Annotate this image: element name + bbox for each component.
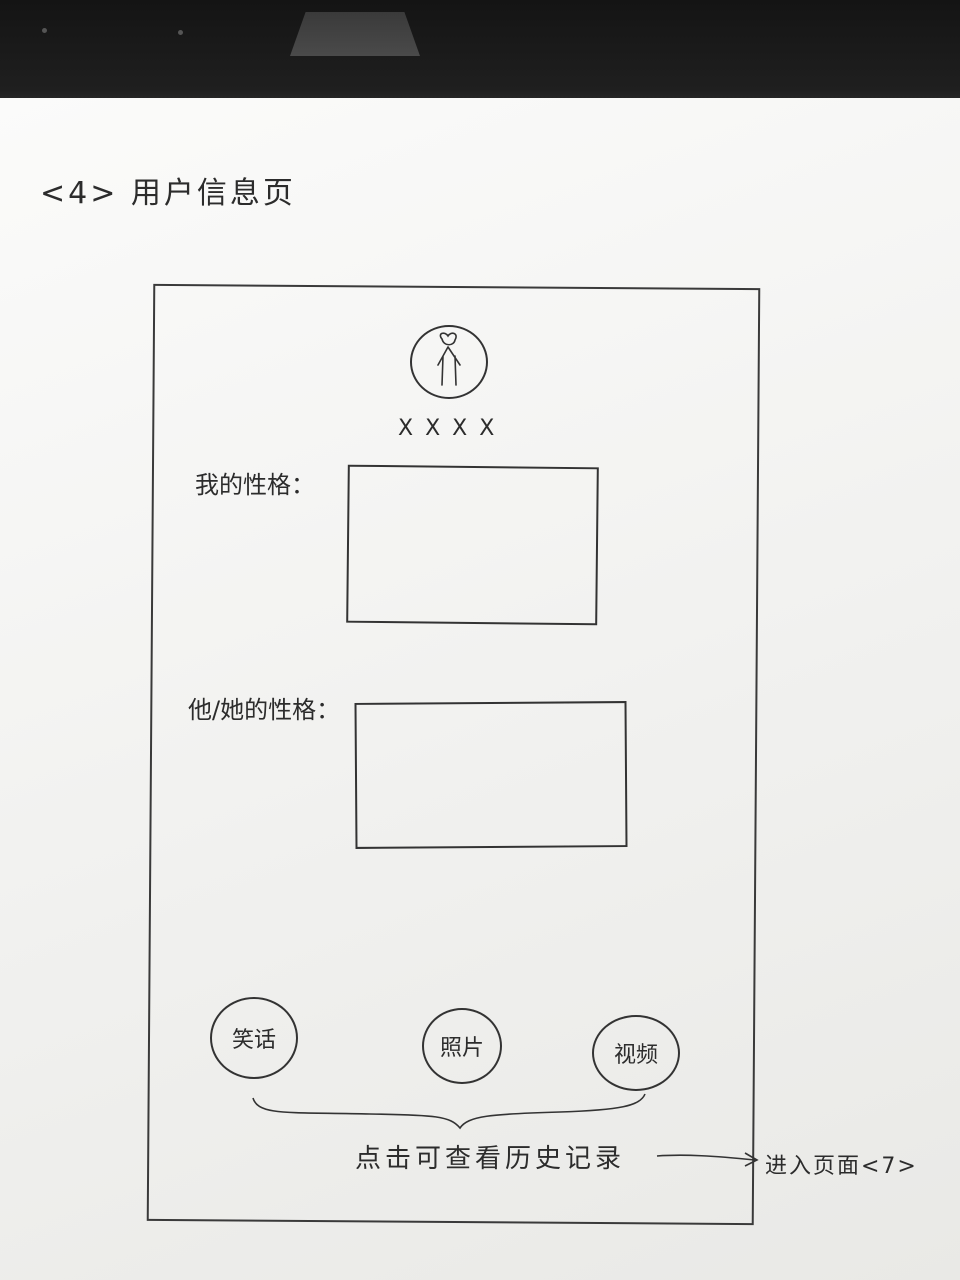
- jokes-button-label: 笑话: [231, 1028, 276, 1053]
- jokes-button[interactable]: 笑话: [210, 997, 298, 1079]
- my-personality-label: 我的性格：: [195, 471, 315, 499]
- page-title: <4> 用户信息页: [40, 176, 296, 211]
- device-bezel: [0, 0, 960, 105]
- device-notch: [290, 12, 420, 56]
- their-personality-field[interactable]: [354, 701, 628, 849]
- photos-button[interactable]: 照片: [422, 1008, 502, 1084]
- videos-button-label: 视频: [613, 1043, 658, 1068]
- avatar[interactable]: [410, 325, 488, 399]
- videos-button[interactable]: 视频: [592, 1015, 680, 1091]
- person-icon: [437, 332, 461, 386]
- their-personality-label: 他/她的性格：: [188, 696, 341, 724]
- arrow-right-icon: [656, 1152, 759, 1167]
- username: XXXX: [398, 416, 507, 441]
- curly-brace-icon: [252, 1093, 646, 1130]
- photos-button-label: 照片: [439, 1036, 484, 1061]
- bezel-dot: [178, 30, 183, 35]
- bezel-dot: [42, 28, 47, 33]
- my-personality-field[interactable]: [346, 464, 599, 626]
- goto-page-note: 进入页面<7>: [765, 1154, 918, 1179]
- history-hint: 点击可查看历史记录: [355, 1144, 626, 1174]
